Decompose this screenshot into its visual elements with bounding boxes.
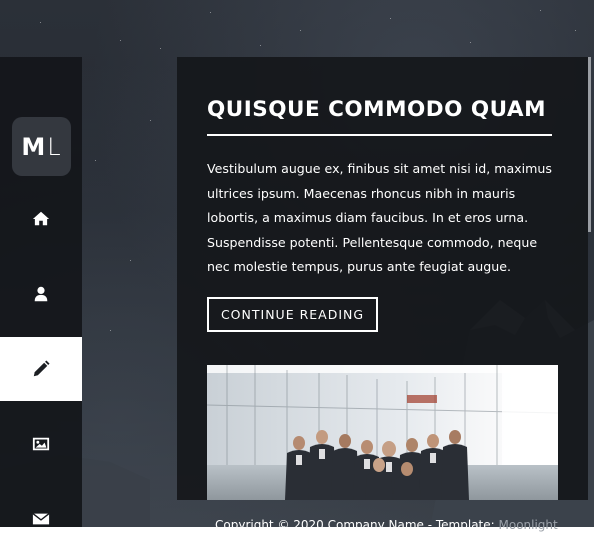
post-excerpt: Vestibulum augue ex, finibus sit amet ni… [207,161,552,275]
logo[interactable]: ML [12,117,71,176]
title-underline [207,134,552,136]
nav-item-contact[interactable] [0,487,82,551]
scrollbar[interactable] [588,57,591,232]
post-title: QUISQUE COMMODO QUAM [207,97,546,122]
footer: Copyright © 2020 Company Name - Template… [215,518,558,532]
business-team-photo [207,365,558,500]
envelope-icon [32,513,50,525]
user-icon [34,286,48,302]
image-icon [32,437,50,451]
nav-item-gallery[interactable] [0,412,82,476]
home-icon [32,211,50,226]
copyright-text: Copyright © 2020 Company Name - Template… [215,518,499,532]
nav-item-home[interactable] [0,187,82,251]
continue-reading-button[interactable]: CONTINUE READING [207,297,378,332]
template-link[interactable]: Moonlight [499,518,558,532]
nav-item-about[interactable] [0,262,82,326]
pencil-icon [33,360,50,377]
logo-letter-l: L [47,132,62,161]
sidebar: ML [0,57,82,527]
post-image [207,365,558,500]
blog-post-panel: QUISQUE COMMODO QUAM Vestibulum augue ex… [177,57,588,500]
nav-item-blog[interactable] [0,337,82,401]
logo-letter-m: M [21,132,47,161]
